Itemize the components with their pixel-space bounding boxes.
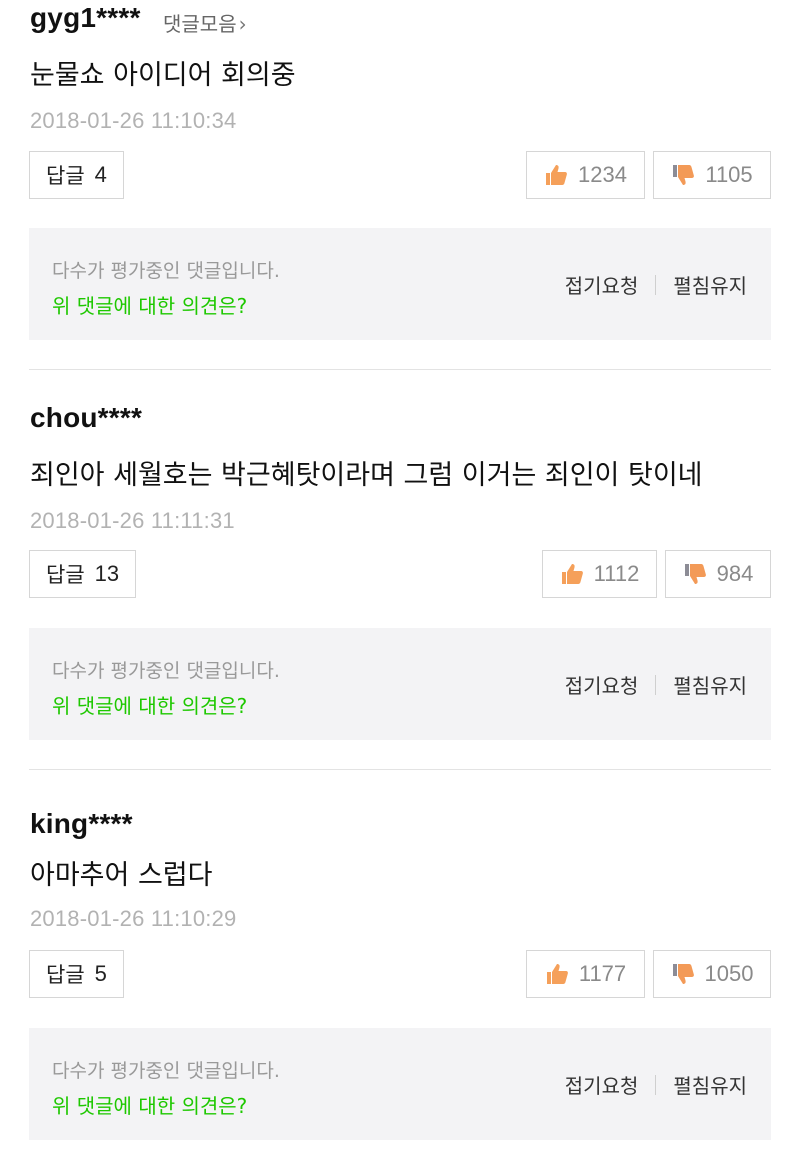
comment-text: 눈물쇼 아이디어 회의중 — [30, 60, 296, 91]
keep-open-button[interactable]: 펼침유지 — [673, 670, 747, 699]
evaluation-message: 다수가 평가중인 댓글입니다. — [52, 1060, 280, 1082]
reply-count: 4 — [94, 162, 107, 187]
reply-button[interactable]: 답글 5 — [29, 950, 124, 998]
comment-username[interactable]: gyg1**** — [30, 2, 141, 34]
thumbs-up-icon — [546, 964, 568, 984]
fold-request-button[interactable]: 접기요청 — [565, 270, 639, 299]
comment-date: 2018-01-26 11:11:31 — [30, 508, 235, 533]
evaluation-box: 다수가 평가중인 댓글입니다. 위 댓글에 대한 의견은? 접기요청 펼침유지 — [29, 1028, 771, 1140]
dislike-count: 1105 — [705, 162, 753, 187]
evaluation-question: 위 댓글에 대한 의견은? — [52, 1094, 248, 1118]
reply-label: 답글 — [46, 164, 85, 188]
evaluation-question: 위 댓글에 대한 의견은? — [52, 694, 248, 718]
like-button[interactable]: 1112 — [542, 550, 657, 598]
evaluation-actions: 접기요청 펼침유지 — [565, 670, 747, 699]
comment-divider — [29, 769, 771, 770]
keep-open-button[interactable]: 펼침유지 — [673, 270, 747, 299]
thumbs-up-icon — [546, 165, 567, 185]
comment-date: 2018-01-26 11:10:29 — [30, 906, 237, 931]
reply-button[interactable]: 답글 4 — [29, 151, 124, 199]
thumbs-down-icon — [684, 564, 706, 584]
thumbs-down-icon — [673, 165, 695, 185]
like-count: 1177 — [578, 961, 627, 986]
dislike-button[interactable]: 984 — [665, 550, 771, 598]
dislike-button[interactable]: 1105 — [653, 151, 771, 199]
reply-button[interactable]: 답글 13 — [29, 550, 137, 598]
dislike-button[interactable]: 1050 — [653, 950, 771, 998]
thumbs-up-icon — [561, 564, 583, 584]
fold-request-button[interactable]: 접기요청 — [565, 670, 639, 699]
fold-request-button[interactable]: 접기요청 — [565, 1070, 639, 1099]
like-button[interactable]: 1177 — [526, 950, 645, 998]
evaluation-message: 다수가 평가중인 댓글입니다. — [52, 660, 280, 682]
chevron-right-icon: › — [238, 12, 247, 36]
comment-username[interactable]: king**** — [30, 808, 133, 840]
reply-label: 답글 — [46, 563, 85, 587]
evaluation-actions: 접기요청 펼침유지 — [565, 270, 747, 299]
evaluation-box: 다수가 평가중인 댓글입니다. 위 댓글에 대한 의견은? 접기요청 펼침유지 — [29, 628, 771, 740]
comment-collection-link[interactable]: 댓글모음 › — [163, 8, 247, 37]
comment-collection-label: 댓글모음 — [163, 12, 237, 36]
dislike-count: 984 — [716, 561, 754, 586]
reply-count: 13 — [94, 561, 120, 586]
comment-text: 죄인아 세월호는 박근혜탓이라며 그럼 이거는 죄인이 탓이네 — [30, 460, 703, 491]
evaluation-box: 다수가 평가중인 댓글입니다. 위 댓글에 대한 의견은? 접기요청 펼침유지 — [29, 228, 771, 340]
evaluation-message: 다수가 평가중인 댓글입니다. — [52, 260, 280, 282]
like-button[interactable]: 1234 — [526, 151, 645, 199]
comment-username[interactable]: chou**** — [30, 402, 142, 434]
reply-label: 답글 — [46, 963, 85, 987]
like-count: 1234 — [578, 162, 627, 187]
like-count: 1112 — [593, 561, 640, 586]
reply-count: 5 — [94, 961, 107, 986]
thumbs-down-icon — [672, 964, 694, 984]
evaluation-question: 위 댓글에 대한 의견은? — [52, 294, 248, 318]
divider — [655, 274, 657, 295]
dislike-count: 1050 — [704, 961, 754, 986]
divider — [655, 674, 657, 695]
comment-divider — [29, 369, 771, 370]
comment-date: 2018-01-26 11:10:34 — [30, 108, 237, 133]
divider — [655, 1074, 657, 1095]
comment-text: 아마추어 스럽다 — [30, 860, 213, 891]
keep-open-button[interactable]: 펼침유지 — [673, 1070, 747, 1099]
evaluation-actions: 접기요청 펼침유지 — [565, 1070, 747, 1099]
